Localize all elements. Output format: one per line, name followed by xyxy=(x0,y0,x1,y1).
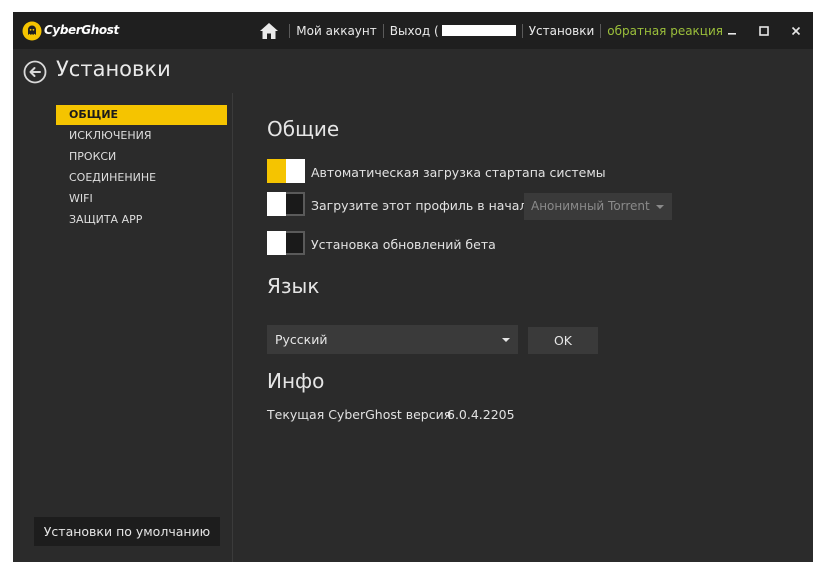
startup-profile-toggle[interactable] xyxy=(267,192,305,216)
minimize-button[interactable] xyxy=(722,21,742,41)
settings-sidebar: ОБЩИЕ ИСКЛЮЧЕНИЯ ПРОКСИ СОЕДИНЕНИНЕ WIFI… xyxy=(13,93,233,562)
page-header: Установки xyxy=(13,49,813,93)
toggle-knob xyxy=(286,159,305,183)
nav-divider xyxy=(600,23,602,38)
language-section-title: Язык xyxy=(267,274,320,298)
language-value: Русский xyxy=(275,332,328,347)
version-value: 6.0.4.2205 xyxy=(447,407,515,422)
general-section-title: Общие xyxy=(267,117,340,141)
minimize-icon xyxy=(728,33,736,35)
nav-divider xyxy=(382,23,384,38)
maximize-icon xyxy=(759,26,769,36)
startup-profile-value: Анонимный Torrent xyxy=(531,199,650,213)
version-label: Текущая CyberGhost версия xyxy=(267,407,452,422)
redacted-username xyxy=(441,25,516,36)
logout-link[interactable]: Выход ( xyxy=(390,24,516,38)
autostart-toggle[interactable] xyxy=(267,159,305,183)
brand-name: CyberGhost xyxy=(44,23,119,37)
autostart-label: Автоматическая загрузка стартапа системы xyxy=(311,165,606,180)
close-button[interactable] xyxy=(786,21,806,41)
sidebar-item-general[interactable]: ОБЩИЕ xyxy=(56,105,227,125)
sidebar-item-proxy[interactable]: ПРОКСИ xyxy=(56,147,227,167)
nav-divider xyxy=(289,23,291,38)
sidebar-item-wifi[interactable]: WIFI xyxy=(56,189,227,209)
beta-updates-label: Установка обновлений бета xyxy=(311,237,496,252)
sidebar-item-connection[interactable]: СОЕДИНЕНИНЕ xyxy=(56,168,227,188)
toggle-knob xyxy=(267,192,286,216)
page-title: Установки xyxy=(56,57,171,81)
app-window: CyberGhost Мой аккаунт Выход ( Установки… xyxy=(13,12,813,562)
close-icon xyxy=(791,26,801,36)
back-arrow-icon[interactable] xyxy=(23,60,47,84)
maximize-button[interactable] xyxy=(754,21,774,41)
info-section-title: Инфо xyxy=(267,369,325,393)
home-icon[interactable] xyxy=(259,22,279,40)
language-ok-button[interactable]: OK xyxy=(528,327,598,354)
cyberghost-logo-icon xyxy=(22,21,42,41)
sidebar-item-app-protection[interactable]: ЗАЩИТА APP xyxy=(56,210,227,230)
dropdown-caret-icon xyxy=(656,205,664,209)
beta-updates-toggle[interactable] xyxy=(267,231,305,255)
settings-link[interactable]: Установки xyxy=(529,24,595,38)
restore-defaults-button[interactable]: Установки по умолчанию xyxy=(34,517,220,546)
dropdown-caret-icon xyxy=(502,338,510,342)
logout-label: Выход ( xyxy=(389,23,439,38)
language-dropdown[interactable]: Русский xyxy=(267,325,518,354)
feedback-link[interactable]: обратная реакция xyxy=(607,24,723,38)
startup-profile-dropdown[interactable]: Анонимный Torrent xyxy=(524,193,672,220)
startup-profile-label: Загрузите этот профиль в начале: xyxy=(311,198,540,213)
sidebar-item-exclusions[interactable]: ИСКЛЮЧЕНИЯ xyxy=(56,126,227,146)
top-navigation: Мой аккаунт Выход ( Установки обратная р… xyxy=(259,12,723,49)
title-bar: CyberGhost Мой аккаунт Выход ( Установки… xyxy=(13,12,813,49)
toggle-knob xyxy=(267,231,286,255)
my-account-link[interactable]: Мой аккаунт xyxy=(296,24,376,38)
nav-divider xyxy=(521,23,523,38)
